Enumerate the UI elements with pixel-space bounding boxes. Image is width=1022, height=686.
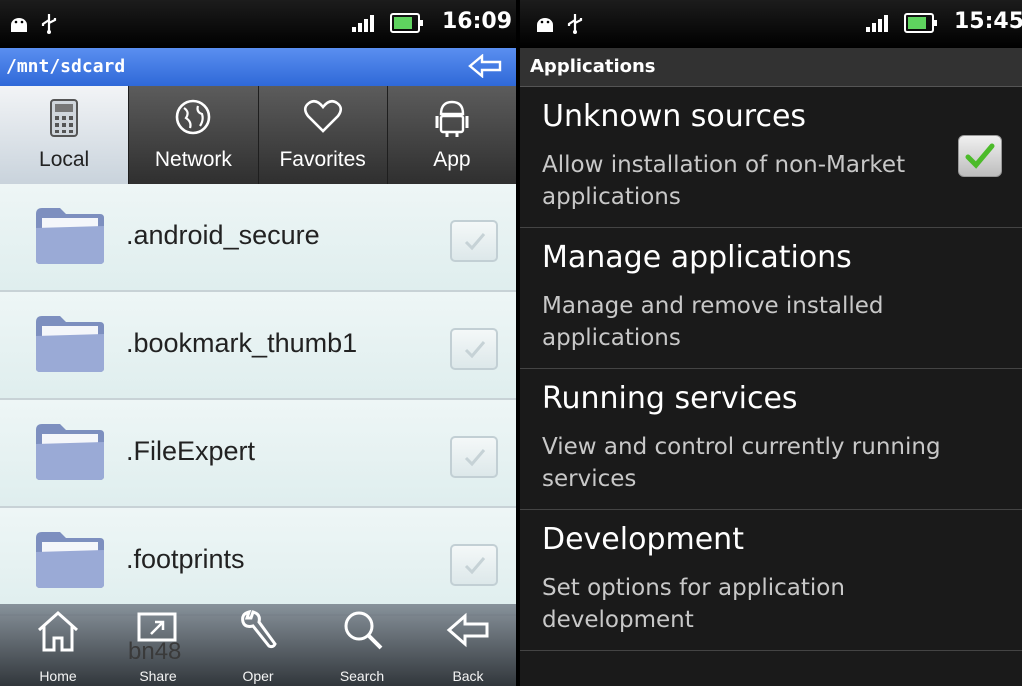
pref-summary: View and control currently running servi… <box>542 434 941 492</box>
back-button[interactable]: Back <box>428 604 508 686</box>
location-tabs: Local Network Favorites App <box>0 86 516 184</box>
share-button[interactable]: Share <box>118 604 198 686</box>
select-checkbox[interactable] <box>450 436 498 478</box>
select-checkbox[interactable] <box>450 220 498 262</box>
unknown-sources-checkbox[interactable] <box>958 135 1002 177</box>
select-checkbox[interactable] <box>450 328 498 370</box>
pref-title: Development <box>542 522 744 557</box>
pref-summary: Allow installation of non-Market applica… <box>542 152 906 210</box>
pref-title: Unknown sources <box>542 99 807 134</box>
pref-unknown-sources[interactable]: Unknown sources Allow installation of no… <box>520 87 1022 228</box>
path-bar: /mnt/sdcard <box>0 48 516 86</box>
tab-label: Favorites <box>279 148 366 171</box>
list-item[interactable]: .bookmark_thumb1 <box>0 292 516 400</box>
search-button[interactable]: Search <box>322 604 402 686</box>
search-icon <box>344 611 383 650</box>
tool-label: Share <box>139 668 177 684</box>
android-icon <box>435 100 469 137</box>
tab-local[interactable]: Local <box>0 86 130 184</box>
tab-label: App <box>433 148 471 171</box>
battery-icon <box>390 13 423 33</box>
battery-icon <box>904 13 937 33</box>
file-manager-screen: 16:09 /mnt/sdcard Local Network Favorite… <box>0 0 516 686</box>
android-notification-icon <box>537 18 553 32</box>
share-icon <box>137 612 177 642</box>
tab-app[interactable]: App <box>388 86 516 184</box>
file-name: .FileExpert <box>126 436 256 466</box>
back-arrow-icon <box>446 612 489 648</box>
home-icon <box>37 610 79 652</box>
status-bar: 15:45 <box>520 0 1022 48</box>
status-time: 15:45 <box>954 9 1022 34</box>
up-directory-icon[interactable] <box>468 54 502 78</box>
bottom-toolbar: bn48 Home Share Oper Search Back <box>0 604 516 686</box>
list-item[interactable]: .android_secure <box>0 184 516 292</box>
tool-label: Home <box>39 668 77 684</box>
signal-strength-icon <box>352 14 378 32</box>
file-name: .footprints <box>126 544 245 574</box>
application-settings-screen: 15:45 Applications Unknown sources Allow… <box>520 0 1022 686</box>
tool-label: Oper <box>242 668 274 684</box>
pref-development[interactable]: Development Set options for application … <box>520 510 1022 651</box>
calculator-icon <box>50 99 79 137</box>
status-bar: 16:09 <box>0 0 516 48</box>
list-item[interactable]: .footprints <box>0 508 516 616</box>
checkmark-icon <box>965 143 995 169</box>
heart-icon <box>303 99 342 133</box>
tab-label: Local <box>39 148 90 171</box>
oper-button[interactable]: Oper <box>218 604 298 686</box>
usb-icon <box>567 14 583 34</box>
wrench-icon <box>241 609 277 649</box>
tool-label: Search <box>339 668 385 684</box>
status-time: 16:09 <box>442 9 513 34</box>
pref-summary: Set options for application development <box>542 575 845 633</box>
list-item[interactable]: .FileExpert <box>0 400 516 508</box>
folder-icon <box>36 532 104 588</box>
home-button[interactable]: Home <box>18 604 98 686</box>
file-name: .bookmark_thumb1 <box>126 328 358 358</box>
current-path: /mnt/sdcard <box>6 56 126 77</box>
tab-network[interactable]: Network <box>129 86 259 184</box>
tab-label: Network <box>154 148 232 171</box>
pref-running-services[interactable]: Running services View and control curren… <box>520 369 1022 510</box>
file-list: .android_secure .bookmark_thumb1 .FileEx <box>0 184 516 616</box>
section-header: Applications <box>520 48 1022 87</box>
android-notification-icon <box>11 18 27 32</box>
pref-manage-applications[interactable]: Manage applications Manage and remove in… <box>520 228 1022 369</box>
folder-icon <box>36 424 104 480</box>
tool-label: Back <box>452 668 484 684</box>
checkmark-icon <box>464 449 486 467</box>
section-title: Applications <box>530 56 656 77</box>
tab-favorites[interactable]: Favorites <box>259 86 388 184</box>
checkmark-icon <box>464 233 486 251</box>
folder-icon <box>36 208 104 264</box>
file-name: .android_secure <box>126 220 320 250</box>
checkmark-icon <box>464 341 486 359</box>
folder-icon <box>36 316 104 372</box>
select-checkbox[interactable] <box>450 544 498 586</box>
checkmark-icon <box>464 557 486 575</box>
signal-strength-icon <box>866 14 892 32</box>
globe-icon <box>176 99 211 135</box>
pref-title: Running services <box>542 381 798 416</box>
usb-icon <box>41 14 57 34</box>
pref-summary: Manage and remove installed applications <box>542 293 884 351</box>
pref-title: Manage applications <box>542 240 852 275</box>
